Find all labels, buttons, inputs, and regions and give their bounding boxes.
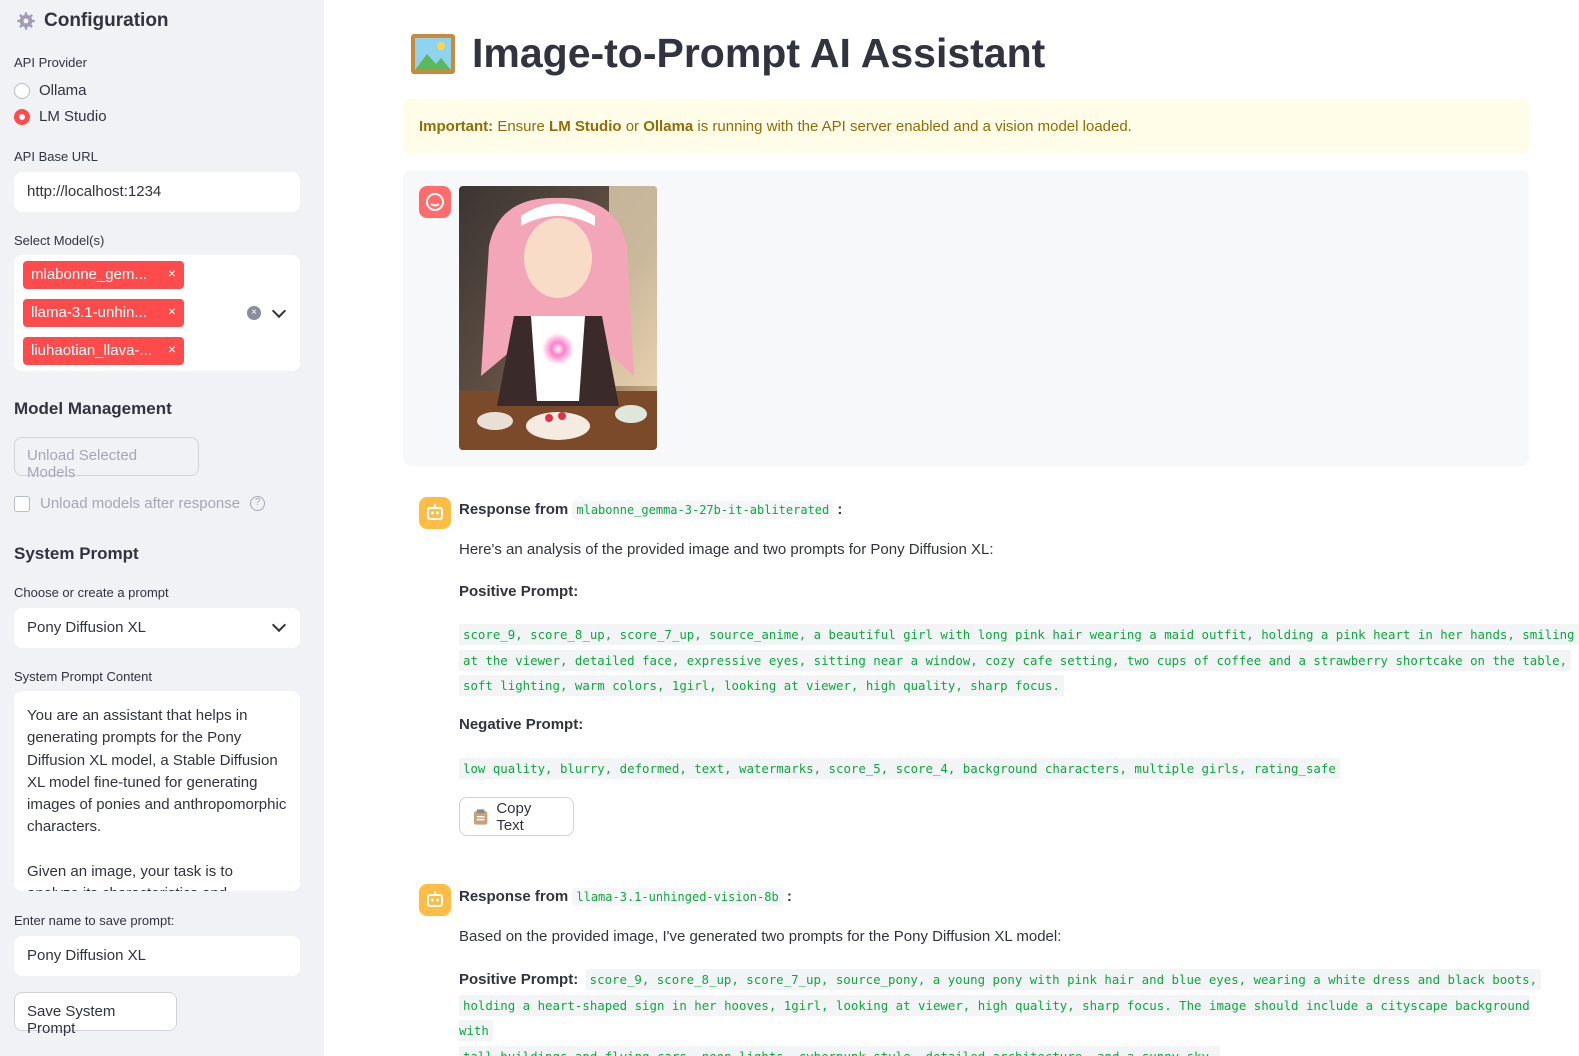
model-tag-label: llama-3.1-unhin... xyxy=(31,304,147,321)
prompt-select-value: Pony Diffusion XL xyxy=(27,619,146,636)
code-line: tall buildings and flying cars, neon lig… xyxy=(459,1045,1221,1056)
assistant-avatar-icon xyxy=(419,497,451,529)
clipboard-icon xyxy=(473,808,488,825)
response-from-label: Response from xyxy=(459,888,569,905)
model-multiselect[interactable]: mlabonne_gem... × llama-3.1-unhin... × l… xyxy=(14,255,300,371)
checkbox-label: Unload models after response xyxy=(40,495,241,512)
code-line: low quality, blurry, deformed, text, wat… xyxy=(459,758,1340,779)
code-line: at the viewer, detailed face, expressive… xyxy=(459,649,1572,671)
unload-after-response-checkbox[interactable]: Unload models after response ? xyxy=(14,495,266,512)
alert-important: Important: xyxy=(419,118,494,135)
radio-circle-selected[interactable] xyxy=(14,108,30,125)
radio-lm-studio[interactable]: LM Studio xyxy=(14,108,107,125)
alert-text: or xyxy=(621,118,644,135)
response-from-label: Response from xyxy=(459,501,569,518)
positive-prompt-code: Positive Prompt: score_9, score_8_up, sc… xyxy=(459,967,1569,1056)
gear-icon xyxy=(17,12,35,30)
save-name-input[interactable]: Pony Diffusion XL xyxy=(14,936,300,976)
select-models-label: Select Model(s) xyxy=(14,233,105,248)
unload-models-button[interactable]: Unload Selected Models xyxy=(14,437,199,481)
response-colon: : xyxy=(786,888,792,905)
code-line: score_9, score_8_up, score_7_up, source_… xyxy=(585,969,1542,990)
response-header: Response from mlabonne_gemma-3-27b-it-ab… xyxy=(459,501,843,519)
code-line: soft lighting, warm colors, 1girl, looki… xyxy=(459,675,1064,696)
response-intro: Based on the provided image, I've genera… xyxy=(459,928,1062,945)
page-title-text: Image-to-Prompt AI Assistant xyxy=(472,30,1046,76)
radio-ollama[interactable]: Ollama xyxy=(14,82,87,99)
response-colon: : xyxy=(837,501,843,518)
copy-text-label: Copy Text xyxy=(496,799,532,834)
response-header: Response from llama-3.1-unhinged-vision-… xyxy=(459,888,792,906)
remove-tag-icon[interactable]: × xyxy=(168,303,176,319)
code-line: score_9, score_8_up, score_7_up, source_… xyxy=(459,624,1579,645)
model-name-code: mlabonne_gemma-3-27b-it-abliterated xyxy=(572,501,834,519)
negative-prompt-code: low quality, blurry, deformed, text, wat… xyxy=(459,756,1340,782)
model-tag[interactable]: liuhaotian_llava-... × xyxy=(23,337,184,365)
system-prompt-heading: System Prompt xyxy=(14,544,139,563)
system-prompt-content-label: System Prompt Content xyxy=(14,669,152,684)
radio-label: LM Studio xyxy=(39,108,107,125)
remove-tag-icon[interactable]: × xyxy=(168,265,176,281)
negative-prompt-label: Negative Prompt: xyxy=(459,716,584,733)
positive-prompt-code: score_9, score_8_up, score_7_up, source_… xyxy=(459,622,1579,699)
response-intro: Here's an analysis of the provided image… xyxy=(459,541,994,558)
assistant-avatar-icon xyxy=(419,884,451,916)
alert-text: is running with the API server enabled a… xyxy=(693,118,1132,135)
alert-text: Ensure xyxy=(493,118,550,135)
api-base-url-input[interactable]: http://localhost:1234 xyxy=(14,172,300,212)
model-tag-label: mlabonne_gem... xyxy=(31,266,147,283)
code-line: holding a heart-shaped sign in her hoove… xyxy=(459,994,1530,1041)
save-system-prompt-button[interactable]: Save System Prompt xyxy=(14,992,177,1037)
user-avatar-icon xyxy=(419,186,451,218)
alert-ollama: Ollama xyxy=(643,118,694,135)
user-message xyxy=(403,170,1529,466)
model-tag[interactable]: mlabonne_gem... × xyxy=(23,261,184,289)
radio-label: Ollama xyxy=(39,82,87,99)
model-name-code: llama-3.1-unhinged-vision-8b xyxy=(572,888,783,906)
sidebar: Configuration API Provider Ollama LM Stu… xyxy=(0,0,324,1056)
checkbox-box[interactable] xyxy=(14,495,30,512)
positive-prompt-label: Positive Prompt: xyxy=(459,971,579,988)
system-prompt-textarea[interactable]: You are an assistant that helps in gener… xyxy=(14,691,300,891)
choose-prompt-label: Choose or create a prompt xyxy=(14,585,169,600)
model-tag[interactable]: llama-3.1-unhin... × xyxy=(23,299,184,327)
positive-prompt-label: Positive Prompt: xyxy=(459,583,579,600)
model-management-heading: Model Management xyxy=(14,399,172,418)
sidebar-title: Configuration xyxy=(16,10,169,32)
copy-text-button[interactable]: Copy Text xyxy=(459,797,574,836)
uploaded-image xyxy=(459,186,657,450)
help-icon[interactable]: ? xyxy=(250,496,266,511)
chevron-down-icon[interactable] xyxy=(271,303,287,319)
chevron-down-icon[interactable] xyxy=(271,617,287,633)
clear-all-icon[interactable]: × xyxy=(247,306,261,320)
api-base-url-label: API Base URL xyxy=(14,149,98,164)
framed-picture-icon xyxy=(411,33,455,74)
prompt-select[interactable]: Pony Diffusion XL xyxy=(14,608,300,648)
remove-tag-icon[interactable]: × xyxy=(168,341,176,357)
alert-lm-studio: LM Studio xyxy=(549,118,622,135)
radio-circle[interactable] xyxy=(14,82,30,99)
important-alert: Important: Ensure LM Studio or Ollama is… xyxy=(403,99,1529,154)
save-name-label: Enter name to save prompt: xyxy=(14,913,175,928)
model-tag-label: liuhaotian_llava-... xyxy=(31,342,152,359)
api-provider-label: API Provider xyxy=(14,55,87,70)
main-content: Image-to-Prompt AI Assistant Important: … xyxy=(324,0,1579,1056)
page-title: Image-to-Prompt AI Assistant xyxy=(410,30,1045,77)
sidebar-title-text: Configuration xyxy=(44,10,169,31)
